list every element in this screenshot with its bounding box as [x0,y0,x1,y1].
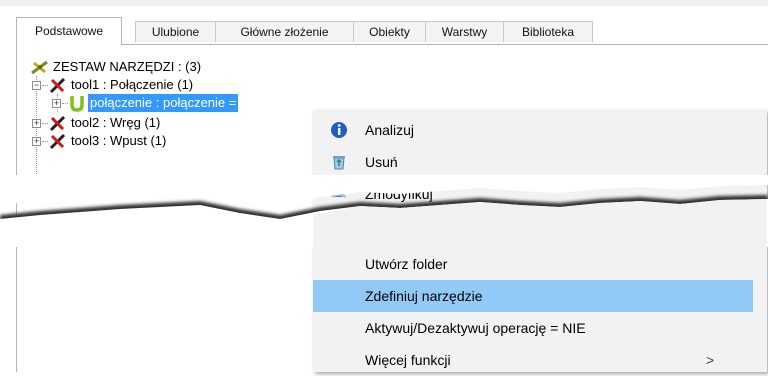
menu-item-label: Więcej funkcji [365,352,451,368]
tab-strip: Podstawowe Ulubione Główne złożenie Obie… [16,17,768,45]
recycle-bin-icon [333,156,345,170]
tree-connector [62,103,68,105]
tab-ulubione[interactable]: Ulubione [135,21,216,42]
menu-item-label: Aktywuj/Dezaktywuj operację = NIE [365,320,586,336]
tool-icon [49,133,66,150]
collapse-toggle[interactable]: − [32,81,41,90]
menu-item-wiecej-funkcji[interactable]: Więcej funkcji > [313,344,753,376]
menu-item-aktywuj-dezaktywuj[interactable]: Aktywuj/Dezaktywuj operację = NIE [313,312,753,344]
menu-item-zdefiniuj-narzedzie[interactable]: Zdefiniuj narzędzie [313,280,753,312]
tab-underline [120,44,768,45]
title-strip [0,0,768,6]
operation-u-icon [70,96,84,112]
tab-obiekty[interactable]: Obiekty [353,21,426,42]
tree-item-label: tool3 : Wpust (1) [71,133,167,148]
expand-toggle[interactable]: + [32,119,41,128]
menu-item-usun[interactable]: Usuń [313,146,753,178]
tab-glowne-zlozenie[interactable]: Główne złożenie [215,21,354,42]
menu-item-label: Zdefiniuj narzędzie [365,288,483,304]
tool-icon [49,77,66,94]
menu-item-label: Utwórz folder [365,256,448,272]
info-icon [331,122,347,138]
menu-item-label: Analizuj [365,122,415,138]
menu-item-utworz-folder[interactable]: Utwórz folder [313,248,753,280]
tab-warstwy[interactable]: Warstwy [425,21,504,42]
submenu-arrow-icon: > [706,352,715,368]
tool-icon [49,115,66,132]
tool-browser-window: Podstawowe Ulubione Główne złożenie Obie… [0,0,768,372]
expand-toggle[interactable]: + [32,137,41,146]
menu-item-analizuj[interactable]: Analizuj [313,114,753,146]
menu-item-label: Usuń [365,154,398,170]
tab-podstawowe[interactable]: Podstawowe [16,17,122,45]
tree-item-label: tool1 : Połączenie (1) [71,77,194,92]
tree-item-label: połączenie : połączenie = [88,94,239,112]
toolset-icon [31,60,48,75]
tab-biblioteka[interactable]: Biblioteka [503,21,593,42]
expand-toggle[interactable]: + [52,99,61,108]
torn-edge-divider [0,175,768,247]
tree-item-label: tool2 : Wręg (1) [71,115,161,130]
tree-root-label: ZESTAW NARZĘDZI : (3) [53,59,202,74]
